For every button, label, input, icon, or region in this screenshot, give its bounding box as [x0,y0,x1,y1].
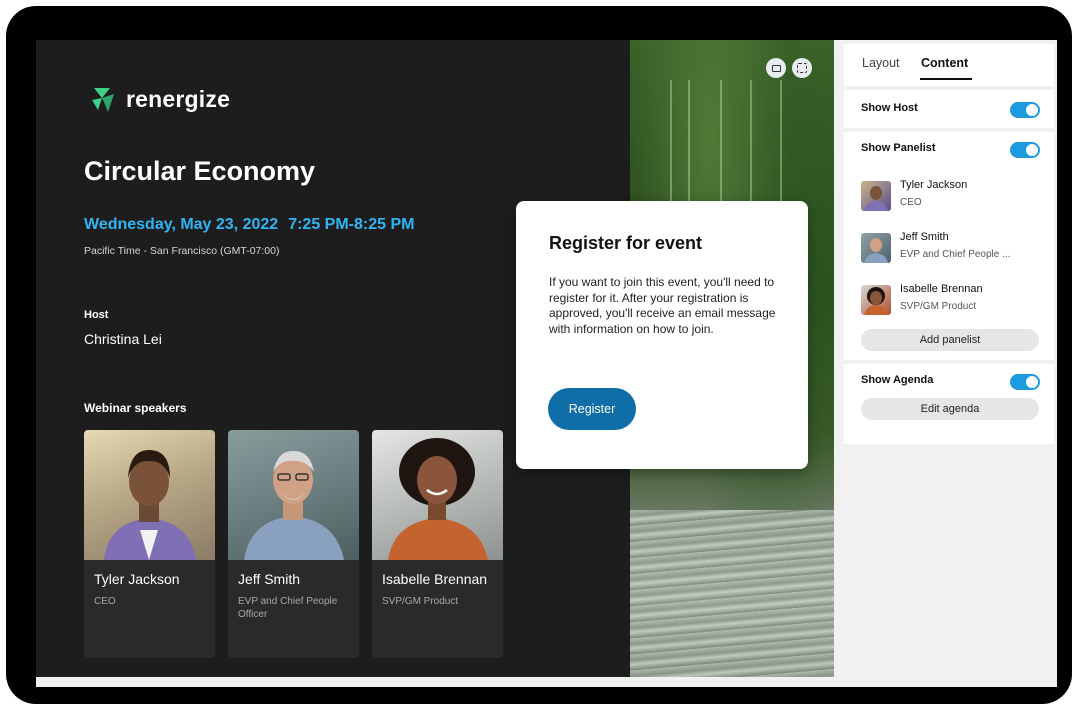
host-label: Host [84,309,109,321]
person-illustration [244,450,344,560]
register-button[interactable]: Register [548,388,636,430]
speaker-role: EVP and Chief People Officer [238,596,338,620]
speaker-cards: Tyler Jackson CEO Jeff Smith EVP and Chi… [84,430,503,658]
show-host-label: Show Host [861,102,918,114]
speaker-name: Jeff Smith [238,571,300,587]
panel-tabs: Layout Content [844,44,1054,86]
settings-panel: Layout Content Show Host Show Panelist T… [844,44,1054,444]
panelist-name: Tyler Jackson [900,179,968,191]
speakers-label: Webinar speakers [84,401,187,415]
speaker-name: Tyler Jackson [94,571,180,587]
panelist-item[interactable]: Tyler Jackson CEO [861,179,1046,215]
expand-icon [797,63,807,73]
brand-logo: renergize [88,84,230,114]
show-panelist-section: Show Panelist Tyler Jackson CEO Jeff Smi… [844,132,1054,360]
event-date-time: Wednesday, May 23, 2022 7:25 PM-8:25 PM [84,216,414,234]
panelist-role: EVP and Chief People ... [900,249,1011,260]
speaker-name: Isabelle Brennan [382,571,488,587]
panelist-name: Isabelle Brennan [900,283,983,295]
avatar [861,181,891,211]
dialog-title: Register for event [549,233,703,253]
panelist-role: SVP/GM Product [900,301,977,312]
river-water [630,510,834,677]
register-dialog: Register for event If you want to join t… [516,201,808,469]
app-screen: renergize Circular Economy Wednesday, Ma… [36,40,1057,687]
device-preview-button[interactable] [766,58,786,78]
tab-content[interactable]: Content [921,56,968,70]
avatar [861,233,891,263]
event-timezone: Pacific Time - San Francisco (GMT-07:00) [84,245,280,257]
speaker-role: CEO [94,596,116,607]
show-panelist-label: Show Panelist [861,142,936,154]
show-host-toggle[interactable] [1010,102,1040,118]
speaker-photo [228,430,359,560]
panelist-role: CEO [900,197,922,208]
fullscreen-button[interactable] [792,58,812,78]
event-title: Circular Economy [84,156,316,186]
show-panelist-toggle[interactable] [1010,142,1040,158]
edit-agenda-button[interactable]: Edit agenda [861,398,1039,420]
add-panelist-button[interactable]: Add panelist [861,329,1039,351]
brand-name: renergize [126,85,231,112]
dialog-body: If you want to join this event, you'll n… [549,275,776,336]
panelist-item[interactable]: Isabelle Brennan SVP/GM Product [861,283,1046,319]
avatar [861,285,891,315]
speaker-card: Jeff Smith EVP and Chief People Officer [228,430,359,658]
speaker-photo [372,430,503,560]
person-illustration [388,438,488,560]
show-agenda-toggle[interactable] [1010,374,1040,390]
active-tab-indicator [920,78,972,80]
host-name: Christina Lei [84,331,162,347]
show-agenda-section: Show Agenda Edit agenda [844,364,1054,444]
event-time: 7:25 PM-8:25 PM [288,216,415,233]
speaker-role: SVP/GM Product [382,596,459,607]
speaker-photo [84,430,215,560]
speaker-card: Isabelle Brennan SVP/GM Product [372,430,503,658]
panelist-name: Jeff Smith [900,231,949,243]
speaker-card: Tyler Jackson CEO [84,430,215,658]
panelist-item[interactable]: Jeff Smith EVP and Chief People ... [861,231,1046,267]
show-agenda-label: Show Agenda [861,374,934,386]
desktop-icon [771,64,781,72]
renergize-logo-icon [92,88,114,112]
show-host-section: Show Host [844,90,1054,128]
tab-layout[interactable]: Layout [862,56,900,70]
person-illustration [104,450,196,560]
event-date: Wednesday, May 23, 2022 [84,216,279,233]
